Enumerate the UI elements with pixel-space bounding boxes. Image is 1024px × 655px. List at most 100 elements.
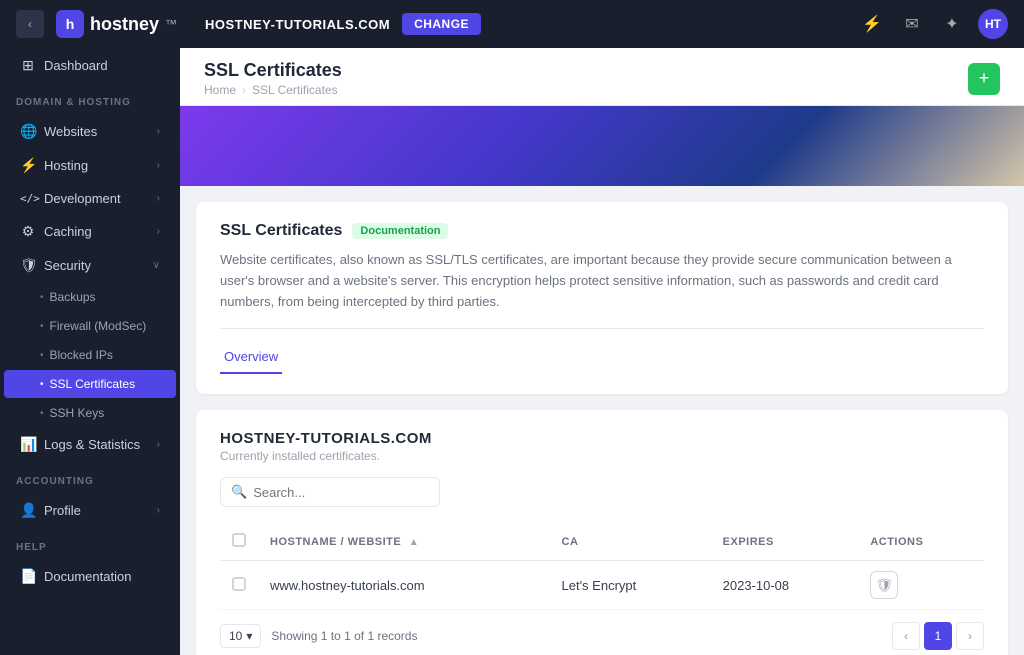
sidebar-item-caching[interactable]: ⚙ Caching › (4, 215, 176, 248)
help-section-label: HELP (0, 528, 180, 559)
table-header-row: HOSTNAME / WEBSITE ▲ CA EXPIRES ACTIONS (220, 523, 984, 561)
ssl-card-title: SSL Certificates (220, 222, 342, 240)
divider (220, 328, 984, 329)
next-page-button[interactable]: › (956, 622, 984, 650)
pagination-bar: 10 ▾ Showing 1 to 1 of 1 records ‹ 1 › (220, 610, 984, 650)
col-expires: EXPIRES (711, 523, 859, 561)
breadcrumb-current: SSL Certificates (252, 83, 338, 97)
add-certificate-button[interactable]: + (968, 63, 1000, 95)
sidebar-item-label: Websites (44, 124, 97, 139)
sidebar-item-blocked-ips[interactable]: Blocked IPs (4, 341, 176, 369)
search-icon: 🔍 (231, 484, 247, 500)
sidebar: ⊞ Dashboard DOMAIN & HOSTING 🌐 Websites … (0, 48, 180, 655)
page-1-button[interactable]: 1 (924, 622, 952, 650)
development-icon: </> (20, 192, 36, 205)
ssl-action-icon[interactable]: 🛡 (870, 571, 898, 599)
per-page-select[interactable]: 10 ▾ (220, 624, 261, 648)
sidebar-item-backups[interactable]: Backups (4, 283, 176, 311)
tabs: Overview (220, 341, 984, 374)
header-checkbox[interactable] (232, 533, 246, 547)
sidebar-item-documentation[interactable]: 📄 Documentation (4, 560, 176, 593)
activity-icon[interactable]: ⚡ (858, 10, 886, 38)
sidebar-item-ssl-certificates[interactable]: SSL Certificates (4, 370, 176, 398)
domain-hosting-section-label: DOMAIN & HOSTING (0, 83, 180, 114)
chevron-right-icon: › (157, 439, 160, 450)
page-banner (180, 106, 1024, 186)
topnav-icons: ⚡ ✉ ✦ HT (858, 9, 1008, 39)
chevron-right-icon: › (157, 505, 160, 516)
documentation-icon: 📄 (20, 568, 36, 585)
pagination-controls: ‹ 1 › (892, 622, 984, 650)
sort-icon: ▲ (409, 537, 419, 548)
sidebar-item-label: Logs & Statistics (44, 437, 140, 452)
sidebar-item-development[interactable]: </> Development › (4, 183, 176, 214)
row-checkbox[interactable] (232, 577, 246, 591)
mail-icon[interactable]: ✉ (898, 10, 926, 38)
search-bar: 🔍 (220, 477, 440, 507)
domain-subtitle: Currently installed certificates. (220, 449, 984, 463)
domain-section: HOSTNEY-TUTORIALS.COM Currently installe… (196, 410, 1008, 655)
site-label: HOSTNEY-TUTORIALS.COM (205, 17, 390, 32)
prev-page-button[interactable]: ‹ (892, 622, 920, 650)
domain-name: HOSTNEY-TUTORIALS.COM (220, 430, 984, 447)
row-checkbox-cell (220, 561, 258, 610)
websites-icon: 🌐 (20, 123, 36, 140)
user-avatar[interactable]: HT (978, 9, 1008, 39)
sidebar-item-label: Security (44, 258, 91, 273)
row-actions: 🛡 (858, 561, 984, 610)
col-checkbox (220, 523, 258, 561)
sidebar-item-hosting[interactable]: ⚡ Hosting › (4, 149, 176, 182)
sidebar-item-profile[interactable]: 👤 Profile › (4, 494, 176, 527)
security-icon: 🛡 (20, 257, 36, 274)
col-hostname[interactable]: HOSTNAME / WEBSITE ▲ (258, 523, 550, 561)
documentation-badge[interactable]: Documentation (352, 223, 448, 239)
sidebar-item-websites[interactable]: 🌐 Websites › (4, 115, 176, 148)
sidebar-item-label: Dashboard (44, 58, 108, 73)
sidebar-item-label: Development (44, 191, 121, 206)
sidebar-item-label: Hosting (44, 158, 88, 173)
row-hostname: www.hostney-tutorials.com (258, 561, 550, 610)
showing-text: Showing 1 to 1 of 1 records (271, 629, 882, 643)
change-button[interactable]: CHANGE (402, 13, 481, 35)
row-expires: 2023-10-08 (711, 561, 859, 610)
sidebar-item-ssh-keys[interactable]: SSH Keys (4, 399, 176, 427)
breadcrumb-home[interactable]: Home (204, 83, 236, 97)
backups-label: Backups (50, 290, 96, 304)
search-input[interactable] (253, 485, 429, 500)
certificates-table: HOSTNAME / WEBSITE ▲ CA EXPIRES ACTIONS … (220, 523, 984, 610)
profile-icon: 👤 (20, 502, 36, 519)
logo-icon: h (56, 10, 84, 38)
col-ca: CA (550, 523, 711, 561)
chevron-right-icon: › (157, 160, 160, 171)
logs-icon: 📊 (20, 436, 36, 453)
per-page-value: 10 (229, 629, 242, 643)
main-content: SSL Certificates Home › SSL Certificates… (180, 48, 1024, 655)
page-header: SSL Certificates Home › SSL Certificates… (180, 48, 1024, 106)
sidebar-item-firewall[interactable]: Firewall (ModSec) (4, 312, 176, 340)
caching-icon: ⚙ (20, 223, 36, 240)
chevron-right-icon: › (157, 226, 160, 237)
sidebar-item-label: Documentation (44, 569, 131, 584)
page-title: SSL Certificates (204, 60, 342, 81)
sidebar-item-security[interactable]: 🛡 Security ∨ (4, 249, 176, 282)
ssh-keys-label: SSH Keys (50, 406, 105, 420)
top-navigation: ‹ h hostney™ HOSTNEY-TUTORIALS.COM CHANG… (0, 0, 1024, 48)
ssl-description: Website certificates, also known as SSL/… (220, 250, 984, 312)
ssl-info-card: SSL Certificates Documentation Website c… (196, 202, 1008, 394)
sidebar-item-dashboard[interactable]: ⊞ Dashboard (4, 49, 176, 82)
back-button[interactable]: ‹ (16, 10, 44, 38)
table-row: www.hostney-tutorials.com Let's Encrypt … (220, 561, 984, 610)
main-layout: ⊞ Dashboard DOMAIN & HOSTING 🌐 Websites … (0, 48, 1024, 655)
sidebar-item-label: Caching (44, 224, 92, 239)
settings-icon[interactable]: ✦ (938, 10, 966, 38)
sidebar-item-label: Profile (44, 503, 81, 518)
ssl-cert-label: SSL Certificates (50, 377, 136, 391)
sidebar-item-logs[interactable]: 📊 Logs & Statistics › (4, 428, 176, 461)
firewall-label: Firewall (ModSec) (50, 319, 147, 333)
app-name: hostney (90, 14, 159, 35)
app-logo: h hostney™ (56, 10, 177, 38)
hosting-icon: ⚡ (20, 157, 36, 174)
per-page-chevron: ▾ (246, 629, 252, 643)
tab-overview[interactable]: Overview (220, 341, 282, 374)
breadcrumb: Home › SSL Certificates (204, 83, 342, 97)
